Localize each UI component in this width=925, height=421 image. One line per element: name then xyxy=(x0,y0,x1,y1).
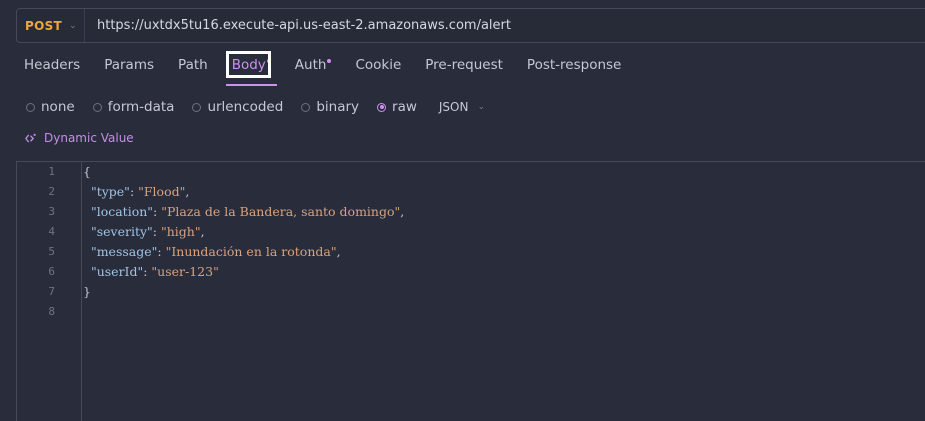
dynamic-value-button[interactable]: Dynamic Value xyxy=(25,131,134,145)
json-punct: , xyxy=(200,224,205,239)
json-punct: : xyxy=(129,184,139,199)
json-string: "Plaza de la Bandera, santo domingo" xyxy=(161,204,401,219)
radio-label: urlencoded xyxy=(207,99,284,115)
json-punct: } xyxy=(83,284,91,299)
radio-binary[interactable]: binary xyxy=(301,99,359,115)
json-key: "message" xyxy=(90,244,158,259)
json-punct: : xyxy=(153,204,162,219)
tab-path[interactable]: Path xyxy=(178,50,208,87)
radio-circle-icon xyxy=(92,102,102,112)
json-punct xyxy=(83,244,91,259)
dynamic-value-icon xyxy=(25,133,36,143)
json-key: "type" xyxy=(90,184,130,199)
focus-outline xyxy=(225,51,271,78)
line-number: 3 xyxy=(48,205,55,218)
radio-form-data[interactable]: form-data xyxy=(92,99,175,115)
radio-label: raw xyxy=(392,99,417,115)
format-label: JSON xyxy=(438,100,469,114)
tab-label: Auth xyxy=(294,57,327,73)
json-string: "high" xyxy=(160,224,201,239)
json-punct xyxy=(83,264,91,279)
raw-format-select[interactable]: JSON ⌄ xyxy=(439,100,485,114)
json-punct: , xyxy=(185,184,190,199)
tab-label: Params xyxy=(104,57,155,73)
json-punct: : xyxy=(157,244,166,259)
tab-pre-request[interactable]: Pre-request xyxy=(425,50,503,87)
json-punct: , xyxy=(336,244,341,259)
radio-none[interactable]: none xyxy=(26,99,75,115)
json-string: "Flood" xyxy=(138,184,186,199)
radio-circle-icon xyxy=(26,102,35,112)
code-line: "message": "Inundación en la rotonda", xyxy=(83,242,341,262)
json-punct xyxy=(83,204,91,219)
tab-label: Pre-request xyxy=(425,57,503,73)
tab-label: Path xyxy=(178,57,208,73)
json-key: "userId" xyxy=(90,264,144,279)
code-line: } xyxy=(83,282,91,302)
line-number: 6 xyxy=(48,265,55,278)
line-number: 7 xyxy=(48,285,55,298)
line-number: 1 xyxy=(48,165,55,178)
modified-dot-icon xyxy=(327,59,332,63)
code-line: "userId": "user-123" xyxy=(83,262,219,282)
line-number-gutter: 1 2 3 4 5 6 7 8 xyxy=(17,162,82,421)
radio-circle-icon xyxy=(301,102,311,112)
radio-urlencoded[interactable]: urlencoded xyxy=(192,99,283,115)
json-punct: : xyxy=(152,224,161,239)
tab-label: Headers xyxy=(24,57,81,73)
dynamic-value-label: Dynamic Value xyxy=(44,131,134,145)
body-code-editor[interactable]: 1 2 3 4 5 6 7 8 { "type": "Flood", "location": … xyxy=(16,161,925,421)
tab-label: Post-response xyxy=(526,57,622,73)
tab-label: Cookie xyxy=(355,57,402,73)
radio-raw[interactable]: raw xyxy=(377,99,417,115)
json-punct: , xyxy=(400,204,405,219)
tab-cookie[interactable]: Cookie xyxy=(355,50,401,87)
json-key: "location" xyxy=(90,204,154,219)
code-line: "severity": "high", xyxy=(83,222,205,242)
line-number: 8 xyxy=(48,305,55,318)
tab-auth[interactable]: Auth xyxy=(295,50,332,87)
json-punct: { xyxy=(83,164,91,179)
json-punct xyxy=(83,224,91,239)
tab-params[interactable]: Params xyxy=(104,50,154,87)
code-area[interactable]: { "type": "Flood", "location": "Plaza de… xyxy=(83,162,925,421)
code-line: "type": "Flood", xyxy=(83,182,189,202)
code-line: { xyxy=(83,162,91,182)
json-string: "user-123" xyxy=(151,264,219,279)
tab-body[interactable]: Body xyxy=(225,50,277,87)
method-label: POST xyxy=(25,18,63,33)
method-selector[interactable]: POST ⌄ xyxy=(17,9,85,42)
line-number: 4 xyxy=(48,225,55,238)
radio-circle-icon xyxy=(192,102,202,112)
radio-label: binary xyxy=(316,99,360,115)
radio-label: form-data xyxy=(107,99,175,115)
radio-checked-icon xyxy=(377,102,387,112)
json-punct xyxy=(83,184,91,199)
body-type-options: none form-data urlencoded binary raw JSO… xyxy=(26,96,485,118)
line-number: 5 xyxy=(48,245,55,258)
line-number: 2 xyxy=(48,185,55,198)
code-line: "location": "Plaza de la Bandera, santo … xyxy=(83,202,404,222)
request-tabs: Headers Params Path Body Auth Cookie Pre… xyxy=(0,50,645,87)
json-key: "severity" xyxy=(90,224,153,239)
url-input[interactable] xyxy=(85,9,925,42)
tab-post-response[interactable]: Post-response xyxy=(527,50,621,87)
chevron-down-icon: ⌄ xyxy=(477,102,486,112)
radio-label: none xyxy=(41,99,75,115)
json-string: "Inundación en la rotonda" xyxy=(165,244,337,259)
request-url-bar: POST ⌄ xyxy=(16,8,925,43)
tab-headers[interactable]: Headers xyxy=(24,50,80,87)
chevron-down-icon: ⌄ xyxy=(69,20,77,31)
